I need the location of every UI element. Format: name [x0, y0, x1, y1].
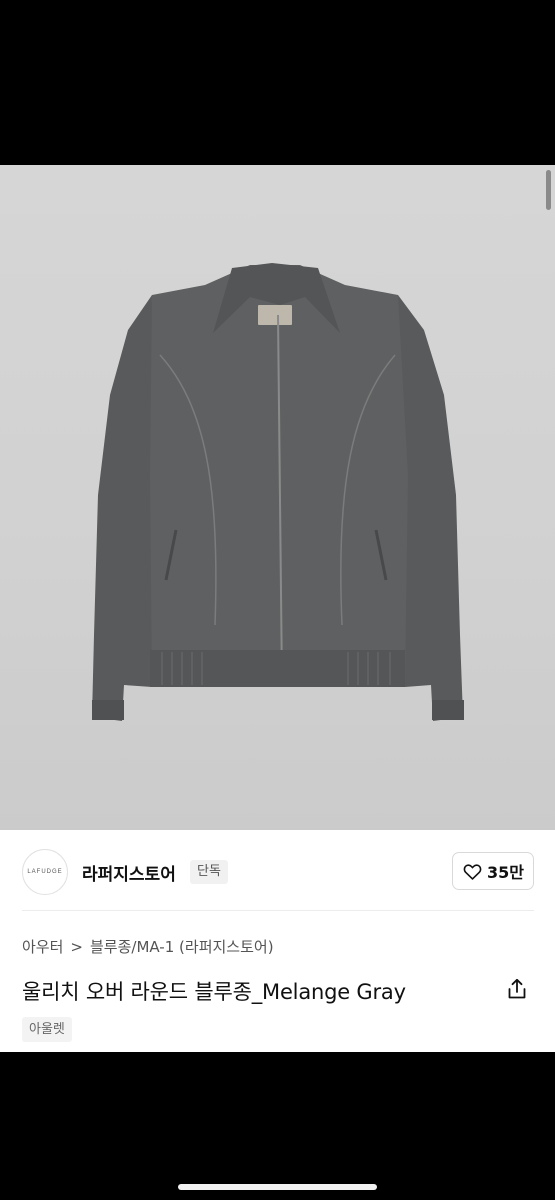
exclusive-badge: 단독 — [190, 860, 228, 884]
share-icon[interactable] — [505, 977, 529, 1001]
breadcrumb: 아우터 > 블루종/MA-1 (라퍼지스토어) — [22, 936, 274, 957]
breadcrumb-category[interactable]: 아우터 — [22, 936, 63, 957]
outlet-tag[interactable]: 아울렛 — [22, 1017, 72, 1042]
breadcrumb-separator: > — [70, 937, 83, 956]
scroll-indicator[interactable] — [546, 170, 551, 210]
store-logo-text: LAFUDGE — [27, 869, 63, 875]
store-logo[interactable]: LAFUDGE — [22, 849, 68, 895]
store-name[interactable]: 라퍼지스토어 — [82, 860, 176, 885]
bottom-area — [0, 1052, 555, 1200]
product-image[interactable] — [0, 165, 555, 830]
jacket-image — [92, 263, 464, 721]
breadcrumb-subcategory[interactable]: 블루종/MA-1 (라퍼지스토어) — [90, 936, 274, 957]
like-count: 35만 — [487, 863, 524, 882]
product-title: 울리치 오버 라운드 블루종_Melange Gray — [22, 980, 406, 1004]
home-indicator[interactable] — [178, 1184, 377, 1190]
heart-outline-icon — [463, 863, 482, 880]
product-info-panel: LAFUDGE 라퍼지스토어 단독 35만 아우터 > 블루종/MA-1 (라퍼… — [0, 830, 555, 1052]
like-button[interactable]: 35만 — [452, 852, 534, 890]
store-row: LAFUDGE 라퍼지스토어 단독 35만 — [22, 848, 534, 896]
status-bar-area — [0, 0, 555, 165]
divider — [22, 910, 534, 911]
